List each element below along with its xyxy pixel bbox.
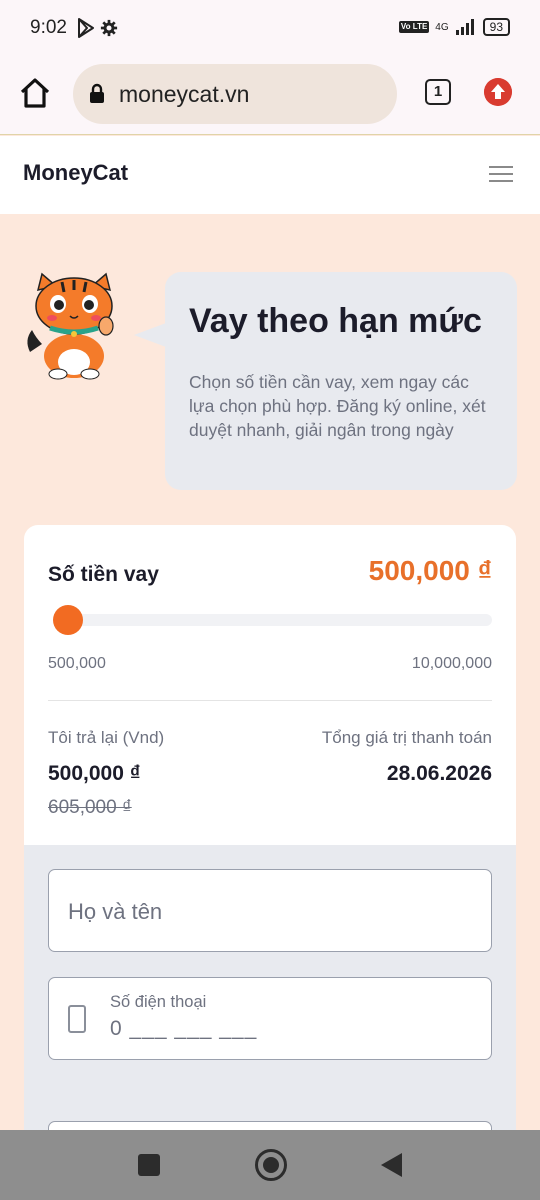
hero-title: Vay theo hạn mức [189, 302, 482, 340]
loan-amount-label: Số tiền vay [48, 563, 159, 586]
browser-toolbar: moneycat.vn 1 [0, 58, 540, 135]
settings-icon [100, 19, 118, 37]
slider-max-label: 10,000,000 [411, 655, 492, 672]
menu-icon[interactable] [489, 166, 513, 184]
speech-bubble-tail [134, 323, 166, 347]
status-time: 9:02 [30, 17, 67, 38]
full-name-input[interactable]: Họ và tên [48, 869, 492, 952]
slider-min-label: 500,000 [48, 655, 106, 672]
payment-date-value: 28.06.2026 [386, 762, 492, 785]
loan-amount-value: 500,000 ₫ [368, 555, 492, 586]
tab-switcher-button[interactable]: 1 [425, 79, 451, 105]
status-bar: 9:02 Vo LTE 4G 93 [0, 0, 540, 58]
network-type: 4G [435, 21, 449, 33]
battery-indicator: 93 [482, 18, 510, 36]
repay-label: Tôi trả lại (Vnd) [48, 728, 165, 747]
repay-value: 500,000 ₫ [48, 762, 141, 785]
nav-recents-icon[interactable] [138, 1154, 160, 1176]
hero-description: Chọn số tiền cần vay, xem ngay các lựa c… [189, 372, 486, 440]
volte-badge: Vo LTE [398, 21, 430, 33]
application-form: Họ và tên Số điện thoại 0 ___ ___ ___ [24, 845, 516, 1145]
loan-amount-slider-track[interactable] [54, 614, 492, 626]
phone-icon [68, 1005, 86, 1033]
url-text: moneycat.vn [119, 81, 250, 107]
nav-back-icon[interactable] [381, 1153, 402, 1177]
hero-bubble: Vay theo hạn mức Chọn số tiền cần vay, x… [165, 272, 517, 490]
phone-label: Số điện thoại [110, 993, 207, 1011]
address-bar[interactable]: moneycat.vn [73, 64, 397, 124]
nav-home-icon[interactable] [255, 1149, 287, 1181]
loan-amount-slider-thumb[interactable] [53, 605, 83, 635]
update-icon[interactable] [484, 78, 512, 106]
site-header: MoneyCat [0, 136, 540, 214]
phone-value: 0 ___ ___ ___ [110, 1017, 258, 1040]
play-store-icon [78, 18, 94, 38]
phone-input[interactable]: Số điện thoại 0 ___ ___ ___ [48, 977, 492, 1060]
original-repay-value: 605,000 ₫ [48, 797, 132, 818]
signal-icon [455, 19, 474, 35]
loan-calculator-card: Số tiền vay 500,000 ₫ 500,000 10,000,000… [24, 525, 516, 1145]
site-logo[interactable]: MoneyCat [23, 160, 128, 186]
lock-icon [90, 83, 104, 103]
android-nav-bar [0, 1130, 540, 1200]
total-payment-label: Tổng giá trị thanh toán [321, 728, 492, 747]
cat-mascot-icon [27, 272, 114, 380]
card-divider [48, 700, 492, 701]
status-indicators: Vo LTE 4G 93 [398, 18, 510, 36]
full-name-placeholder: Họ và tên [68, 899, 163, 924]
home-icon[interactable] [18, 76, 52, 110]
